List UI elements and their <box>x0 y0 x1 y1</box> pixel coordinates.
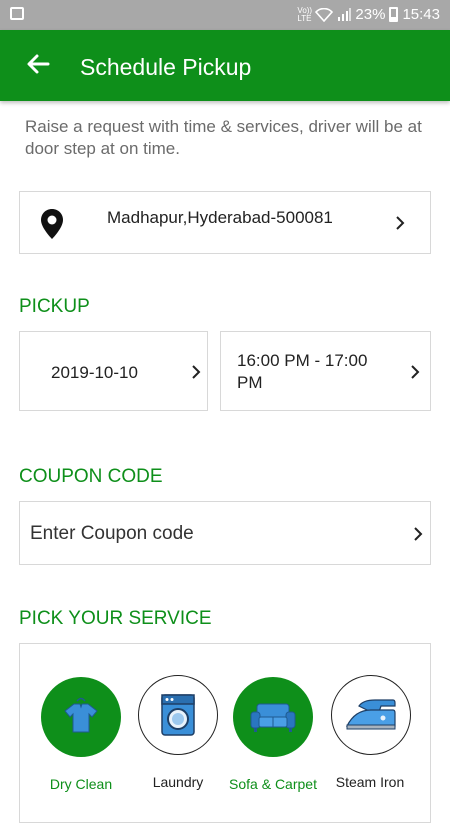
service-laundry[interactable] <box>138 675 218 755</box>
chevron-right-icon <box>411 365 420 379</box>
service-sofa-carpet[interactable] <box>233 677 313 757</box>
volte-indicator: Vo)) LTE <box>297 5 313 23</box>
wifi-icon <box>315 7 334 22</box>
status-icons: Vo)) LTE 23% 15:43 <box>297 6 440 23</box>
location-address: Madhapur,Hyderabad-500081 <box>107 208 333 227</box>
service-label-sofa-carpet: Sofa & Carpet <box>229 776 317 792</box>
service-dry-clean[interactable] <box>41 677 121 757</box>
location-pin-icon <box>41 209 63 239</box>
intro-text: Raise a request with time & services, dr… <box>25 117 422 158</box>
app-bar: Schedule Pickup <box>0 30 450 101</box>
services-heading: PICK YOUR SERVICE <box>19 608 212 629</box>
service-label-laundry: Laundry <box>152 774 204 790</box>
service-label-steam-iron: Steam Iron <box>335 774 405 790</box>
pickup-time-selector[interactable]: 16:00 PM - 17:00 PM <box>220 331 431 411</box>
status-bar: Vo)) LTE 23% 15:43 <box>0 0 450 30</box>
clock: 15:43 <box>402 6 440 23</box>
coupon-placeholder: Enter Coupon code <box>30 523 194 544</box>
service-label-dry-clean: Dry Clean <box>49 776 113 792</box>
sofa-icon <box>250 703 296 732</box>
coupon-code-field[interactable]: Enter Coupon code <box>19 501 431 565</box>
location-selector[interactable]: Madhapur,Hyderabad-500081 <box>19 191 431 254</box>
pickup-heading: PICKUP <box>19 296 90 317</box>
pickup-date: 2019-10-10 <box>51 363 138 382</box>
pickup-date-selector[interactable]: 2019-10-10 <box>19 331 208 411</box>
chevron-right-icon <box>396 216 405 230</box>
back-arrow-icon[interactable] <box>22 48 54 80</box>
washing-machine-icon <box>161 694 195 736</box>
coupon-heading: COUPON CODE <box>19 466 163 487</box>
service-steam-iron[interactable] <box>331 675 411 755</box>
gallery-notification-icon <box>10 7 24 20</box>
signal-icon <box>338 7 352 21</box>
chevron-right-icon <box>414 527 423 541</box>
pickup-time-slot: 16:00 PM - 17:00 PM <box>237 351 368 392</box>
chevron-right-icon <box>192 365 201 379</box>
battery-icon <box>389 7 399 22</box>
services-panel: Dry Clean Laundry Sofa & Carpet Steam Ir… <box>19 643 431 823</box>
battery-percent: 23% <box>355 6 386 23</box>
shirt-icon <box>64 697 98 733</box>
iron-icon <box>346 699 396 730</box>
page-title: Schedule Pickup <box>80 54 252 80</box>
